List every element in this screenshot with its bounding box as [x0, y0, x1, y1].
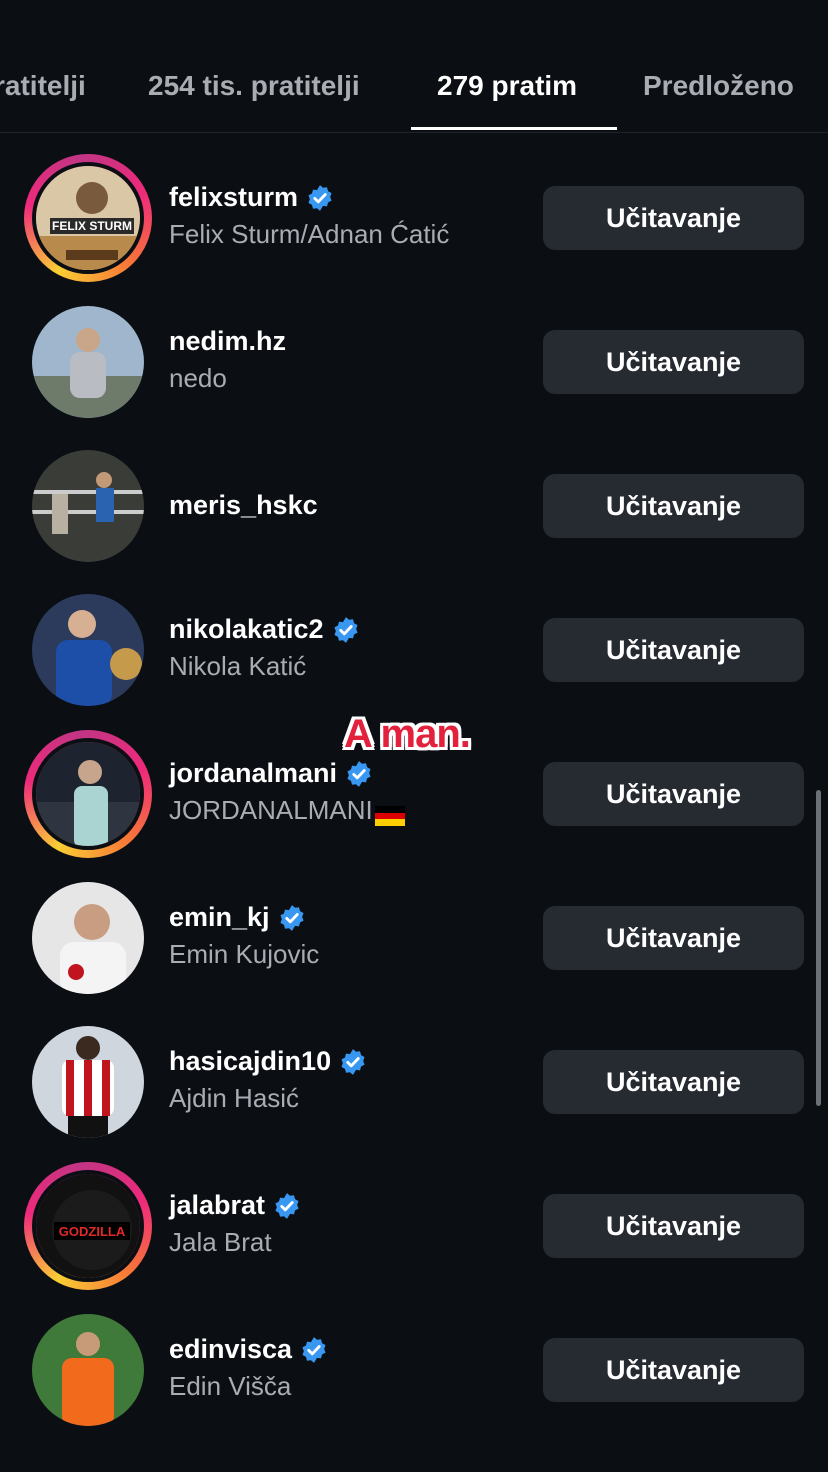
full-name-text: JORDANALMANI [169, 795, 373, 825]
tab-following[interactable]: 279 pratim [437, 70, 577, 102]
username: jordanalmani [169, 758, 405, 789]
tab-suggested[interactable]: Predloženo [643, 70, 794, 102]
username: hasicajdin10 [169, 1046, 367, 1077]
account-names[interactable]: nedim.hz nedo [169, 326, 286, 394]
username-text: jordanalmani [169, 758, 338, 788]
loading-button[interactable]: Učitavanje [543, 1050, 804, 1114]
full-name: Jala Brat [169, 1227, 301, 1258]
username-text: meris_hskc [169, 490, 318, 520]
avatar-image [32, 594, 144, 706]
username-text: hasicajdin10 [169, 1046, 332, 1076]
full-name-text: Emin Kujovic [169, 939, 320, 969]
account-names[interactable]: hasicajdin10 Ajdin Hasić [169, 1046, 367, 1114]
username: felixsturm [169, 182, 449, 213]
list-item[interactable]: meris_hskc Učitavanje [0, 434, 828, 578]
loading-button[interactable]: Učitavanje [543, 762, 804, 826]
avatar[interactable] [24, 874, 152, 1002]
avatar[interactable] [24, 1306, 152, 1434]
account-names[interactable]: jordanalmani JORDANALMANI [169, 758, 405, 827]
loading-button[interactable]: Učitavanje [543, 186, 804, 250]
username: emin_kj [169, 902, 319, 933]
verified-badge-icon [278, 904, 306, 932]
full-name: Emin Kujovic [169, 939, 319, 970]
avatar[interactable] [24, 442, 152, 570]
avatar[interactable]: GODZILLA [24, 1162, 152, 1290]
full-name-text: Jala Brat [169, 1227, 272, 1257]
verified-badge-icon [306, 184, 334, 212]
germany-flag-icon [374, 802, 405, 827]
username: edinvisca [169, 1334, 328, 1365]
username: nedim.hz [169, 326, 286, 357]
avatar[interactable]: FELIX STURM [24, 154, 152, 282]
account-names[interactable]: jalabrat Jala Brat [169, 1190, 301, 1258]
avatar-image [32, 306, 144, 418]
svg-text:FELIX STURM: FELIX STURM [52, 219, 132, 233]
full-name: nedo [169, 363, 286, 394]
full-name-text: Ajdin Hasić [169, 1083, 300, 1113]
loading-button[interactable]: Učitavanje [543, 618, 804, 682]
avatar-image [32, 882, 144, 994]
username: jalabrat [169, 1190, 301, 1221]
avatar[interactable] [24, 586, 152, 714]
loading-button[interactable]: Učitavanje [543, 1194, 804, 1258]
username-text: felixsturm [169, 182, 299, 212]
username-text: edinvisca [169, 1334, 293, 1364]
avatar-image: FELIX STURM [32, 162, 144, 274]
avatar-image [32, 1026, 144, 1138]
loading-button[interactable]: Učitavanje [543, 906, 804, 970]
full-name-text: Edin Višča [169, 1371, 292, 1401]
tab-followers[interactable]: 254 tis. pratitelji [148, 70, 360, 102]
avatar[interactable] [24, 730, 152, 858]
tab-followers-mutual[interactable]: ratitelji [0, 70, 86, 102]
username: nikolakatic2 [169, 614, 360, 645]
full-name: Ajdin Hasić [169, 1083, 367, 1114]
full-name-text: nedo [169, 363, 227, 393]
list-item[interactable]: nedim.hz nedo Učitavanje [0, 290, 828, 434]
list-item[interactable]: nikolakatic2 Nikola Katić Učitavanje [0, 578, 828, 722]
avatar[interactable] [24, 1018, 152, 1146]
verified-badge-icon [273, 1192, 301, 1220]
full-name: Nikola Katić [169, 651, 360, 682]
avatar[interactable] [24, 298, 152, 426]
loading-button[interactable]: Učitavanje [543, 474, 804, 538]
username-text: jalabrat [169, 1190, 266, 1220]
account-names[interactable]: felixsturm Felix Sturm/Adnan Ćatić [169, 182, 449, 250]
username-text: emin_kj [169, 902, 270, 932]
account-names[interactable]: edinvisca Edin Višča [169, 1334, 328, 1402]
account-names[interactable]: nikolakatic2 Nikola Katić [169, 614, 360, 682]
verified-badge-icon [332, 616, 360, 644]
list-item[interactable]: hasicajdin10 Ajdin Hasić Učitavanje [0, 1010, 828, 1154]
account-names[interactable]: meris_hskc [169, 490, 318, 521]
username: meris_hskc [169, 490, 318, 521]
account-names[interactable]: emin_kj Emin Kujovic [169, 902, 319, 970]
list-item[interactable]: GODZILLA jalabrat Jala Brat Učitavanje [0, 1154, 828, 1298]
username-text: nikolakatic2 [169, 614, 324, 644]
verified-badge-icon [345, 760, 373, 788]
loading-button[interactable]: Učitavanje [543, 1338, 804, 1402]
full-name: Edin Višča [169, 1371, 328, 1402]
caption-overlay: A man. [344, 712, 471, 756]
tab-bar: ratitelji 254 tis. pratitelji 279 pratim… [0, 0, 828, 133]
verified-badge-icon [339, 1048, 367, 1076]
list-item[interactable]: FELIX STURM felixsturm Felix Sturm/Adnan… [0, 146, 828, 290]
svg-text:GODZILLA: GODZILLA [59, 1224, 126, 1239]
avatar-image: GODZILLA [32, 1170, 144, 1282]
list-item[interactable]: edinvisca Edin Višča Učitavanje [0, 1298, 828, 1442]
scrollbar[interactable] [816, 790, 821, 1106]
avatar-image [32, 738, 144, 850]
active-tab-indicator [411, 127, 617, 130]
loading-button[interactable]: Učitavanje [543, 330, 804, 394]
full-name-text: Felix Sturm/Adnan Ćatić [169, 219, 450, 249]
avatar-image [32, 1314, 144, 1426]
full-name-text: Nikola Katić [169, 651, 307, 681]
list-item[interactable]: emin_kj Emin Kujovic Učitavanje [0, 866, 828, 1010]
avatar-image [32, 450, 144, 562]
full-name: Felix Sturm/Adnan Ćatić [169, 219, 449, 250]
full-name: JORDANALMANI [169, 795, 405, 827]
verified-badge-icon [300, 1336, 328, 1364]
username-text: nedim.hz [169, 326, 287, 356]
